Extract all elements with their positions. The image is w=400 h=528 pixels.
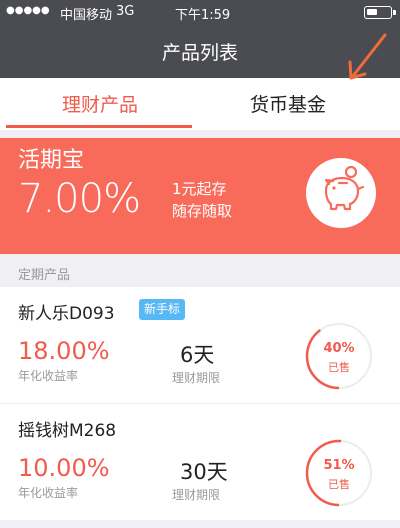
featured-product-rate: 7.00% bbox=[18, 176, 141, 222]
product-rate-label: 年化收益率 bbox=[18, 369, 79, 383]
product-rate: 10.00% bbox=[18, 454, 110, 482]
product-term: 30天 bbox=[180, 460, 228, 484]
sold-progress-ring bbox=[305, 322, 373, 390]
sold-percent: 40% bbox=[323, 341, 355, 356]
top-bar: ●●●●● 中国移动 3G 下午1:59 产品列表 bbox=[0, 0, 400, 78]
sold-label: 已售 bbox=[328, 478, 350, 491]
tab-wealth-products[interactable]: 理财产品 bbox=[0, 90, 200, 117]
product-name: 摇钱树M268 bbox=[18, 421, 117, 441]
annotation-arrow-icon bbox=[348, 33, 387, 80]
battery-icon bbox=[364, 6, 396, 19]
product-term-label: 理财期限 bbox=[172, 488, 221, 502]
new-user-badge: 新手标 bbox=[139, 299, 186, 320]
product-rate: 18.00% bbox=[18, 337, 110, 365]
section-title-fixed-term: 定期产品 bbox=[18, 268, 71, 283]
sold-progress-ring bbox=[305, 439, 373, 507]
tab-money-fund[interactable]: 货币基金 bbox=[188, 90, 388, 117]
page-title: 产品列表 bbox=[161, 42, 238, 64]
product-rate-label: 年化收益率 bbox=[18, 486, 79, 500]
featured-min-deposit: 1元起存 bbox=[172, 180, 227, 198]
piggy-bank-icon bbox=[306, 158, 376, 228]
product-card[interactable]: 新人乐D093 新手标 18.00% 年化收益率 6天 理财期限 40% 已售 bbox=[0, 287, 400, 403]
sold-label: 已售 bbox=[328, 361, 350, 374]
tab-bar: 理财产品 货币基金 bbox=[0, 78, 400, 130]
carrier-name: 中国移动 bbox=[60, 8, 113, 23]
product-name: 新人乐D093 bbox=[18, 304, 115, 324]
status-bar: ●●●●● 中国移动 3G 下午1:59 bbox=[0, 0, 400, 24]
product-term-label: 理财期限 bbox=[172, 371, 221, 385]
product-term: 6天 bbox=[180, 343, 215, 367]
product-card[interactable]: 摇钱树M268 10.00% 年化收益率 30天 理财期限 51% 已售 bbox=[0, 404, 400, 520]
network-type: 3G bbox=[116, 4, 135, 19]
signal-strength-icon: ●●●●● bbox=[6, 5, 50, 16]
featured-product-name: 活期宝 bbox=[18, 148, 85, 173]
sold-percent: 51% bbox=[323, 458, 355, 473]
status-time: 下午1:59 bbox=[175, 8, 231, 23]
active-tab-indicator bbox=[6, 125, 192, 128]
featured-product-card[interactable]: 活期宝 7.00% 1元起存 随存随取 bbox=[0, 138, 400, 254]
featured-withdraw-note: 随存随取 bbox=[172, 202, 233, 220]
